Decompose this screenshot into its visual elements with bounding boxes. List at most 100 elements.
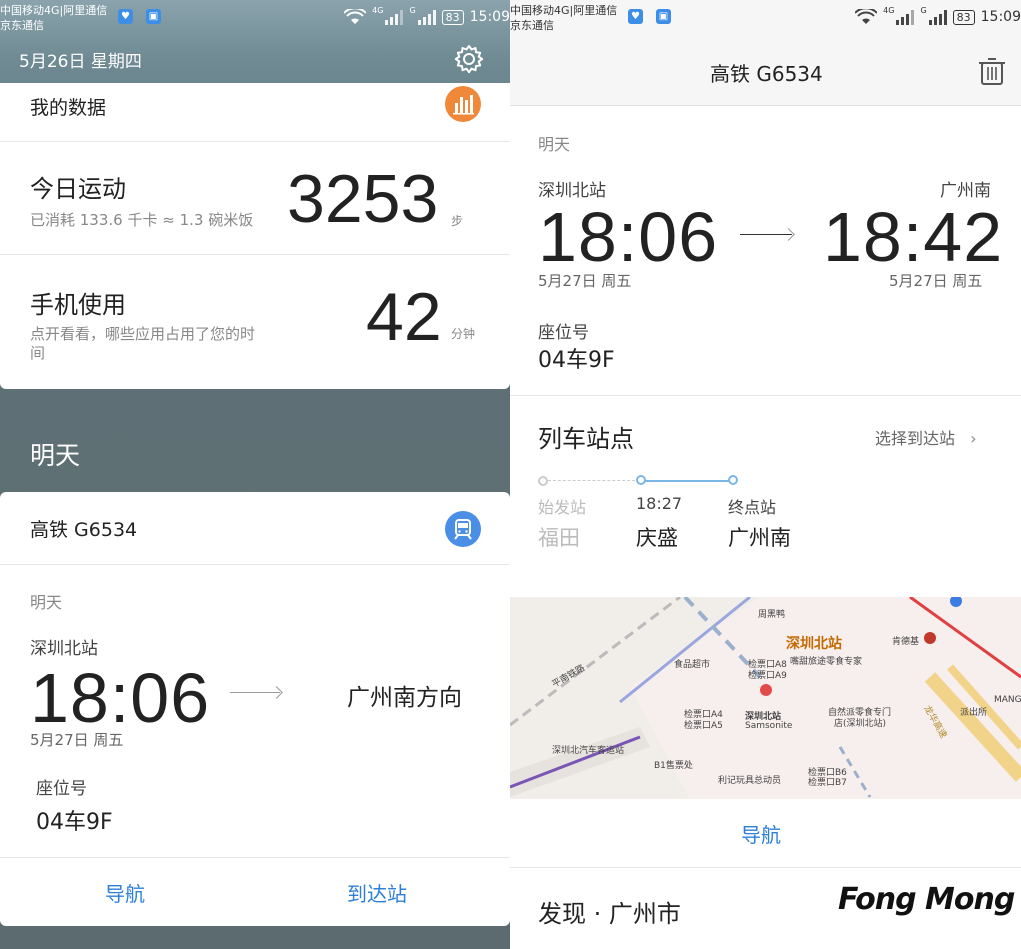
arrow-icon-right [740,234,792,235]
trash-icon[interactable] [978,56,1006,86]
map-label-gate-a9: 检票口A9 [748,671,787,681]
tomorrow-header: 明天 [30,441,81,470]
map-label-bus: 深圳北汽车客运站 [552,746,625,756]
map-label-toys: 利记玩具总动员 [718,776,782,786]
gallery-app-icon-right: ▣ [656,9,671,24]
seat-value: 04车9F [36,810,113,835]
map-label-gate-a5: 检票口A5 [684,721,723,731]
phone-usage-row[interactable]: 手机使用 点开看看，哪些应用占用了您的时 间 42 分钟 [0,255,510,389]
gallery-app-icon: ▣ [146,9,161,24]
signal-icon-1 [385,9,404,25]
battery-icon: 83 [441,9,464,25]
arrow-icon [230,692,280,693]
status-icons-right: 4G G 83 15:09 [855,6,1021,28]
depart-date-right: 5月27日 周五 [538,272,632,290]
direction: 广州南方向 [347,685,462,711]
network-type-1: 4G [372,6,384,15]
map-roads [510,597,1021,799]
seat-value-right: 04车9F [538,348,615,373]
carrier-line2: 京东通信 [0,19,44,32]
stop-label-2: 18:27 [636,494,683,513]
seat-label: 座位号 [36,779,87,799]
choose-station-link[interactable]: 选择到达站 › [875,425,977,449]
fongmong-watermark: Fong Mong [838,882,1015,917]
exercise-sub: 已消耗 133.6 千卡 ≈ 1.3 碗米饭 [30,211,254,229]
carrier-line1-right: 中国移动4G|阿里通信 [510,4,618,17]
steps-value: 3253 [287,161,439,237]
depart-date: 5月27日 周五 [30,731,124,749]
arrive-date-right: 5月27日 周五 [889,272,983,290]
train-title: 高铁 G6534 [30,519,138,541]
settings-gear-icon[interactable] [453,43,485,75]
choose-station-label: 选择到达站 [875,429,956,448]
network-type-2-right: G [920,6,927,15]
carrier-text-right: 中国移动4G|阿里通信 京东通信 [510,3,617,33]
map-label-zhoujiya: 周黑鸭 [758,610,786,620]
phone-usage-sub-2: 间 [30,344,46,362]
wifi-icon-right [855,9,878,24]
map-label-snack: 嘴甜旅途零食专家 [790,657,863,667]
navigate-button[interactable]: 导航 [105,878,145,907]
wifi-icon [344,9,367,24]
usage-minutes-unit: 分钟 [451,327,476,341]
train-day: 明天 [30,593,63,612]
discover-title[interactable]: 发现 · 广州市 [538,894,681,929]
clock-right: 15:09 [980,9,1021,25]
my-data-card: 我的数据 今日运动 已消耗 133.6 千卡 ≈ 1.3 碗米饭 3253 步 … [0,83,510,389]
seat-label-right: 座位号 [538,323,589,343]
from-station: 深圳北站 [30,639,98,659]
battery-icon-right: 83 [952,9,975,25]
map-label-gate-b7: 检票口B7 [808,778,847,788]
chevron-right-icon: › [970,429,977,448]
right-screen: 中国移动4G|阿里通信 京东通信 ♥ ▣ 4G G 83 15:09 高铁 G6… [510,0,1021,949]
status-icons: 4G G 83 15:09 [344,6,510,28]
carrier-text: 中国移动4G|阿里通信 京东通信 [0,3,107,33]
left-screen: 中国移动4G|阿里通信 京东通信 ♥ ▣ 4G G 83 15:09 5月26日… [0,0,510,949]
train-card[interactable]: 高铁 G6534 明天 深圳北站 18:06 广州南方向 5月27日 周五 座位… [0,492,510,926]
stops-title: 列车站点 [538,425,634,453]
signal-icon-2-right [928,9,947,25]
navigate-button-right[interactable]: 导航 [741,819,781,848]
depart-time: 18:06 [30,659,211,737]
my-data-title: 我的数据 [30,97,107,119]
clock: 15:09 [469,9,510,25]
stop-name-2[interactable]: 庆盛 [636,522,678,552]
status-bar: 中国移动4G|阿里通信 京东通信 ♥ ▣ 4G G 83 15:09 [0,0,510,36]
exercise-title: 今日运动 [30,175,126,203]
stop-label-3: 终点站 [728,498,777,517]
map-label-kfc: 肯德基 [892,637,920,647]
network-type-2: G [409,6,416,15]
health-app-icon-right: ♥ [628,9,643,24]
date-label: 5月26日 星期四 [19,52,142,72]
phone-usage-title: 手机使用 [30,291,126,319]
stop-dot-2 [636,475,646,485]
exercise-row[interactable]: 今日运动 已消耗 133.6 千卡 ≈ 1.3 碗米饭 3253 步 [0,142,510,254]
stop-name-3[interactable]: 广州南 [728,522,791,552]
page-title: 高铁 G6534 [710,62,823,86]
depart-time-right: 18:06 [538,198,719,276]
status-bar-right: 中国移动4G|阿里通信 京东通信 ♥ ▣ 4G G 83 15:09 [510,0,1021,36]
health-app-icon: ♥ [118,9,133,24]
arrival-station-button[interactable]: 到达站 [347,878,407,907]
stop-dot-1 [538,476,548,486]
map-label-police: 派出所 [960,708,988,718]
signal-icon-2 [417,9,436,25]
arrive-time-right: 18:42 [823,198,1004,276]
map-label-food: 食品超市 [674,660,711,670]
stop-name-1[interactable]: 福田 [538,522,580,552]
stop-label-1: 始发站 [538,498,587,517]
stop-dot-3 [728,475,738,485]
carrier-line1: 中国移动4G|阿里通信 [0,4,108,17]
station-stops: 始发站 18:27 终点站 福田 庆盛 广州南 [510,470,1021,570]
map-label-b1: B1售票处 [654,761,693,771]
phone-usage-sub-1: 点开看看，哪些应用占用了您的时 [30,325,256,343]
train-day-right: 明天 [538,135,571,154]
network-type-1-right: 4G [883,6,895,15]
carrier-line2-right: 京东通信 [510,19,554,32]
steps-unit: 步 [451,214,464,228]
map-label-mang: MANG [994,695,1021,705]
usage-minutes-value: 42 [366,279,442,355]
map-label-station: 深圳北站 [786,636,842,652]
map-view[interactable]: 深圳北站 平南铁路 周黑鸭 食品超市 检票口A8 检票口A9 嘴甜旅途零食专家 … [510,597,1021,799]
bar-chart-icon[interactable] [445,86,481,122]
